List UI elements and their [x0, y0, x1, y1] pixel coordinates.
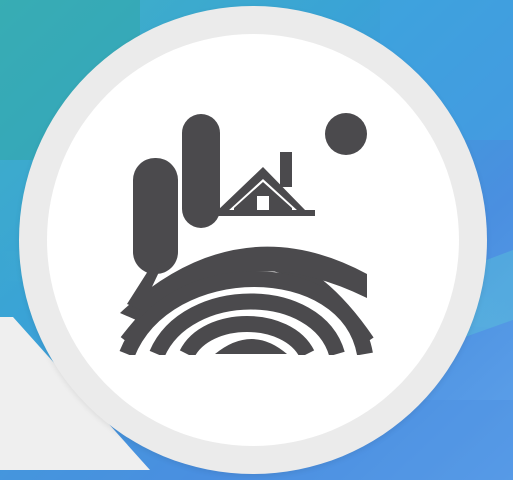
countryside-landscape-icon	[47, 34, 459, 446]
house-icon	[213, 152, 315, 216]
sun-icon	[325, 113, 367, 155]
illustration-canvas	[0, 0, 513, 480]
small-tree-icon	[133, 158, 178, 274]
